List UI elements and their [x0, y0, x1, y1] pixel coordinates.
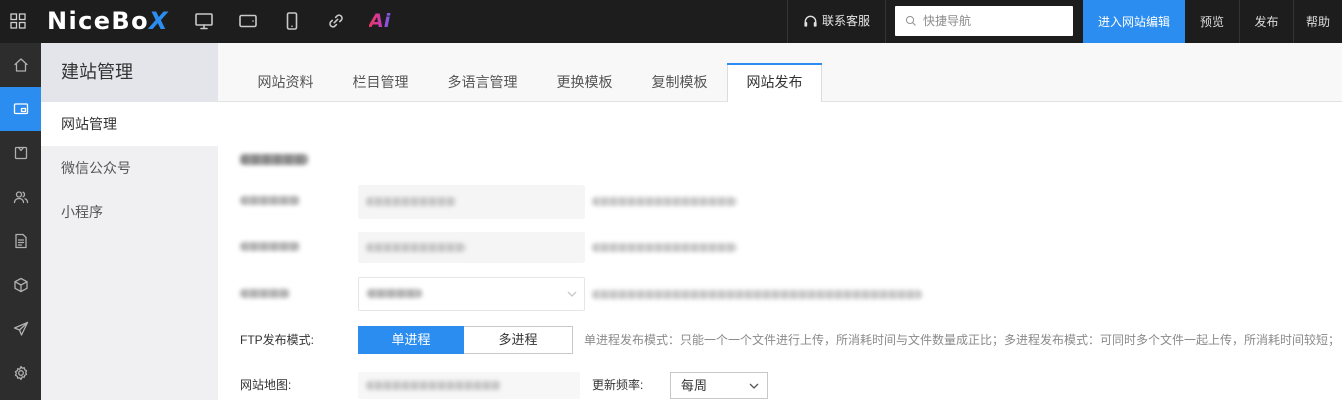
ftp-mode-hint: 单进程发布模式：只能一个一个文件进行上传，所消耗时间与文件数量成正比；多进程发布… [584, 333, 1340, 347]
update-frequency-select[interactable]: 每周 [670, 372, 768, 399]
ftp-mode-label: FTP发布模式: [240, 333, 314, 347]
ftp-mode-toggle: 单进程 多进程 [358, 326, 573, 354]
document-icon[interactable] [0, 219, 41, 263]
blurred-field-hint [592, 197, 737, 206]
blurred-input-value [366, 243, 466, 252]
blurred-field-label [240, 196, 300, 205]
help-button[interactable]: 帮助 [1293, 0, 1342, 43]
home-icon[interactable] [0, 43, 41, 87]
tab-bar: 网站资料 栏目管理 多语言管理 更换模板 复制模板 网站发布 [218, 43, 1342, 102]
preview-button[interactable]: 预览 [1185, 0, 1239, 43]
customer-support-button[interactable]: 联系客服 [787, 0, 886, 43]
main-content: 网站资料 栏目管理 多语言管理 更换模板 复制模板 网站发布 FTP发布模式: … [218, 43, 1342, 400]
sitemap-input[interactable] [358, 372, 580, 399]
desktop-icon[interactable] [194, 11, 214, 31]
blurred-field-hint [592, 243, 737, 252]
ai-icon[interactable]: Ai [369, 11, 397, 31]
sidebar-item-site-management[interactable]: 网站管理 [41, 102, 218, 146]
logo-accent-letter: X [149, 7, 169, 35]
apps-grid-icon[interactable] [10, 13, 26, 29]
blurred-select-value [367, 289, 422, 298]
blurred-input-value [366, 197, 456, 206]
tab-multilingual[interactable]: 多语言管理 [428, 63, 537, 102]
quick-nav-search [895, 6, 1073, 36]
blurred-field-hint [592, 290, 922, 299]
enter-site-editor-button[interactable]: 进入网站编辑 [1083, 0, 1185, 43]
website-icon[interactable] [0, 87, 41, 131]
top-bar: NiceBoX Ai 联系客服 进入网站编辑 预览 发布 帮助 [0, 0, 1342, 43]
logo-text: NiceBo [47, 7, 149, 35]
sidebar-title: 建站管理 [41, 43, 218, 102]
blurred-section-title [240, 154, 308, 165]
blurred-select[interactable] [358, 277, 585, 311]
quick-nav-input[interactable] [923, 6, 1067, 36]
cube-icon[interactable] [0, 263, 41, 307]
site-build-sidebar: 建站管理 网站管理 微信公众号 小程序 [41, 43, 218, 400]
blurred-input[interactable] [358, 185, 585, 219]
blurred-field-label [240, 289, 290, 298]
sitemap-label: 网站地图: [240, 378, 292, 392]
tab-list: 网站资料 栏目管理 多语言管理 更换模板 复制模板 网站发布 [238, 63, 822, 102]
ftp-mode-single-button[interactable]: 单进程 [358, 326, 464, 354]
blurred-input[interactable] [358, 232, 585, 263]
users-icon[interactable] [0, 175, 41, 219]
sidebar-item-wechat-official-account[interactable]: 微信公众号 [41, 146, 218, 190]
tab-site-info[interactable]: 网站资料 [238, 63, 333, 102]
tab-site-publish[interactable]: 网站发布 [727, 63, 822, 102]
update-frequency-value: 每周 [681, 378, 708, 393]
blurred-field-label [240, 242, 300, 251]
ftp-mode-multi-button[interactable]: 多进程 [464, 326, 573, 354]
icon-sidebar [0, 43, 41, 400]
customer-support-label: 联系客服 [822, 14, 871, 28]
link-icon[interactable] [326, 11, 346, 31]
sidebar-item-mini-program[interactable]: 小程序 [41, 190, 218, 234]
search-icon [905, 15, 917, 27]
brand-logo[interactable]: NiceBoX [47, 0, 169, 43]
blurred-input-value [366, 381, 501, 390]
tab-column-management[interactable]: 栏目管理 [333, 63, 428, 102]
tab-copy-template[interactable]: 复制模板 [632, 63, 727, 102]
settings-icon[interactable] [0, 351, 41, 395]
headset-icon [803, 14, 818, 29]
publish-button[interactable]: 发布 [1239, 0, 1293, 43]
tab-change-template[interactable]: 更换模板 [537, 63, 632, 102]
send-icon[interactable] [0, 307, 41, 351]
tablet-icon[interactable] [238, 11, 258, 31]
chevron-down-icon [566, 288, 578, 300]
update-frequency-label: 更新频率: [592, 378, 644, 392]
chevron-down-icon [748, 380, 760, 392]
mobile-icon[interactable] [282, 11, 302, 31]
shop-icon[interactable] [0, 131, 41, 175]
